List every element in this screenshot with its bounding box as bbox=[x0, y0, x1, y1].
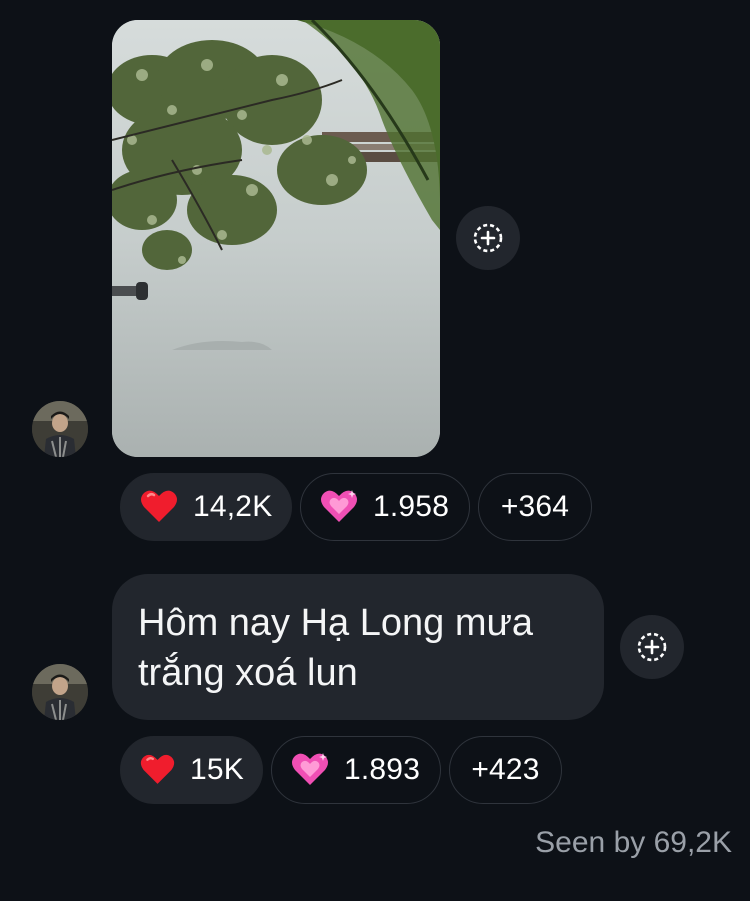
sender-avatar[interactable] bbox=[32, 401, 88, 457]
reaction-count: 15K bbox=[190, 753, 244, 786]
share-button[interactable] bbox=[456, 206, 520, 270]
reaction-count: 1.958 bbox=[373, 490, 450, 523]
reaction-heart[interactable]: 14,2K bbox=[120, 473, 292, 541]
sender-avatar[interactable] bbox=[32, 664, 88, 720]
sparkling-heart-icon bbox=[290, 750, 330, 790]
message-photo[interactable] bbox=[112, 20, 440, 457]
message-text-line: Hôm nay Hạ Long mưa bbox=[138, 602, 534, 644]
reaction-extra-count: +423 bbox=[471, 753, 540, 786]
reaction-more[interactable]: +423 bbox=[449, 736, 562, 804]
reaction-count: 1.893 bbox=[344, 753, 421, 786]
red-heart-icon bbox=[139, 487, 179, 527]
reaction-heart[interactable]: 15K bbox=[120, 736, 263, 804]
red-heart-icon bbox=[139, 750, 176, 790]
message-bubble[interactable]: Hôm nay Hạ Long mưa trắng xoá lun bbox=[112, 574, 604, 720]
reaction-bar: 15K 1.893 +423 bbox=[120, 736, 562, 804]
reaction-more[interactable]: +364 bbox=[478, 473, 592, 541]
share-plus-icon bbox=[473, 223, 503, 253]
share-button[interactable] bbox=[620, 615, 684, 679]
reaction-count: 14,2K bbox=[193, 490, 273, 523]
share-plus-icon bbox=[637, 632, 667, 662]
seen-by-status[interactable]: Seen by 69,2K bbox=[535, 826, 732, 860]
reaction-bar: 14,2K 1.958 +364 bbox=[120, 473, 592, 541]
reaction-sparkling-heart[interactable]: 1.893 bbox=[271, 736, 441, 804]
reaction-extra-count: +364 bbox=[500, 490, 570, 523]
chat-thread: 14,2K 1.958 +364 Hôm nay Hạ Long mưa trắ… bbox=[0, 0, 750, 901]
message-text-line: trắng xoá lun bbox=[138, 652, 358, 694]
sparkling-heart-icon bbox=[319, 487, 359, 527]
reaction-sparkling-heart[interactable]: 1.958 bbox=[300, 473, 470, 541]
